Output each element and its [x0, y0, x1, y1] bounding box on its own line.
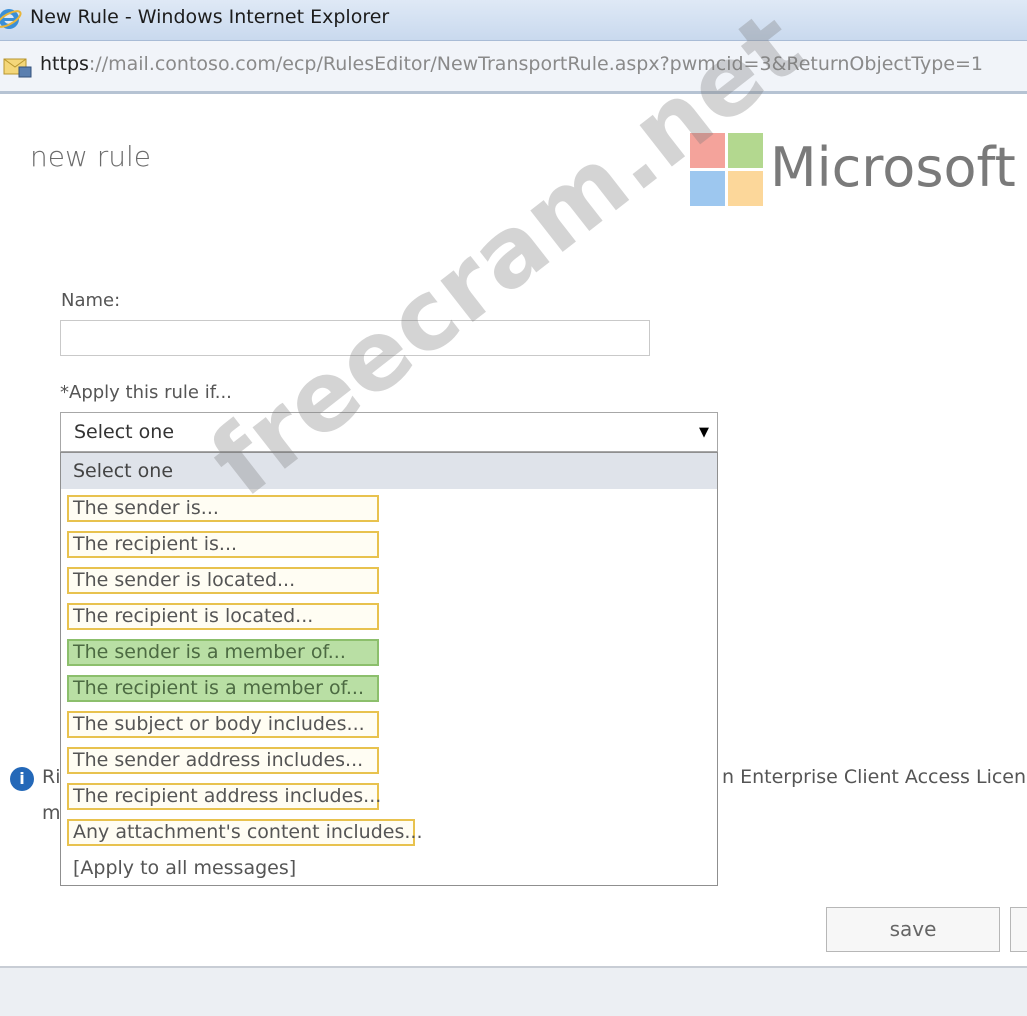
info-icon: i — [10, 767, 34, 791]
page-icon — [3, 58, 32, 78]
status-bar — [0, 966, 1027, 1016]
option-sender-address-includes[interactable]: The sender address includes... — [67, 747, 379, 774]
info-text-fragment-2: m — [42, 802, 61, 824]
cancel-button[interactable] — [1010, 907, 1027, 952]
logo-square-yellow — [728, 171, 763, 206]
option-sender-member-of[interactable]: The sender is a member of... — [67, 639, 379, 666]
logo-square-red — [690, 133, 725, 168]
window-title: New Rule - Windows Internet Explorer — [30, 6, 390, 28]
option-recipient-located[interactable]: The recipient is located... — [67, 603, 379, 630]
option-sender-is[interactable]: The sender is... — [67, 495, 379, 522]
info-text-fragment-1: Ri — [42, 766, 61, 788]
url-rest: ://mail.contoso.com/ecp/RulesEditor/NewT… — [88, 53, 983, 75]
logo-square-blue — [690, 171, 725, 206]
option-attachment-content-includes[interactable]: Any attachment's content includes... — [67, 819, 423, 846]
logo-text: Microsoft — [770, 136, 1016, 199]
window-titlebar: New Rule - Windows Internet Explorer — [0, 0, 1027, 41]
dropdown-option-selected[interactable]: Select one — [61, 453, 717, 489]
option-subject-body-includes[interactable]: The subject or body includes... — [67, 711, 379, 738]
name-label: Name: — [61, 290, 121, 311]
url-protocol: https — [40, 53, 89, 75]
apply-rule-select[interactable]: Select one ▼ — [60, 412, 718, 452]
name-input[interactable] — [60, 320, 650, 356]
condition-dropdown-list: Select one The sender is... The recipien… — [60, 452, 718, 886]
option-recipient-member-of[interactable]: The recipient is a member of... — [67, 675, 379, 702]
url-text[interactable]: https://mail.contoso.com/ecp/RulesEditor… — [40, 53, 983, 75]
select-value: Select one — [74, 421, 175, 443]
info-text-license: n Enterprise Client Access Licens — [722, 766, 1027, 788]
option-apply-all-messages[interactable]: [Apply to all messages] — [73, 857, 296, 879]
internet-explorer-icon — [0, 9, 22, 29]
dropdown-option-label: Select one — [73, 460, 174, 482]
option-recipient-address-includes[interactable]: The recipient address includes... — [67, 783, 381, 810]
apply-rule-label: *Apply this rule if... — [60, 382, 232, 403]
logo-square-green — [728, 133, 763, 168]
save-button[interactable]: save — [826, 907, 1000, 952]
page-title: new rule — [30, 140, 152, 173]
address-bar[interactable]: https://mail.contoso.com/ecp/RulesEditor… — [0, 41, 1027, 94]
option-recipient-is[interactable]: The recipient is... — [67, 531, 379, 558]
chevron-down-icon[interactable]: ▼ — [696, 425, 712, 441]
option-sender-located[interactable]: The sender is located... — [67, 567, 379, 594]
